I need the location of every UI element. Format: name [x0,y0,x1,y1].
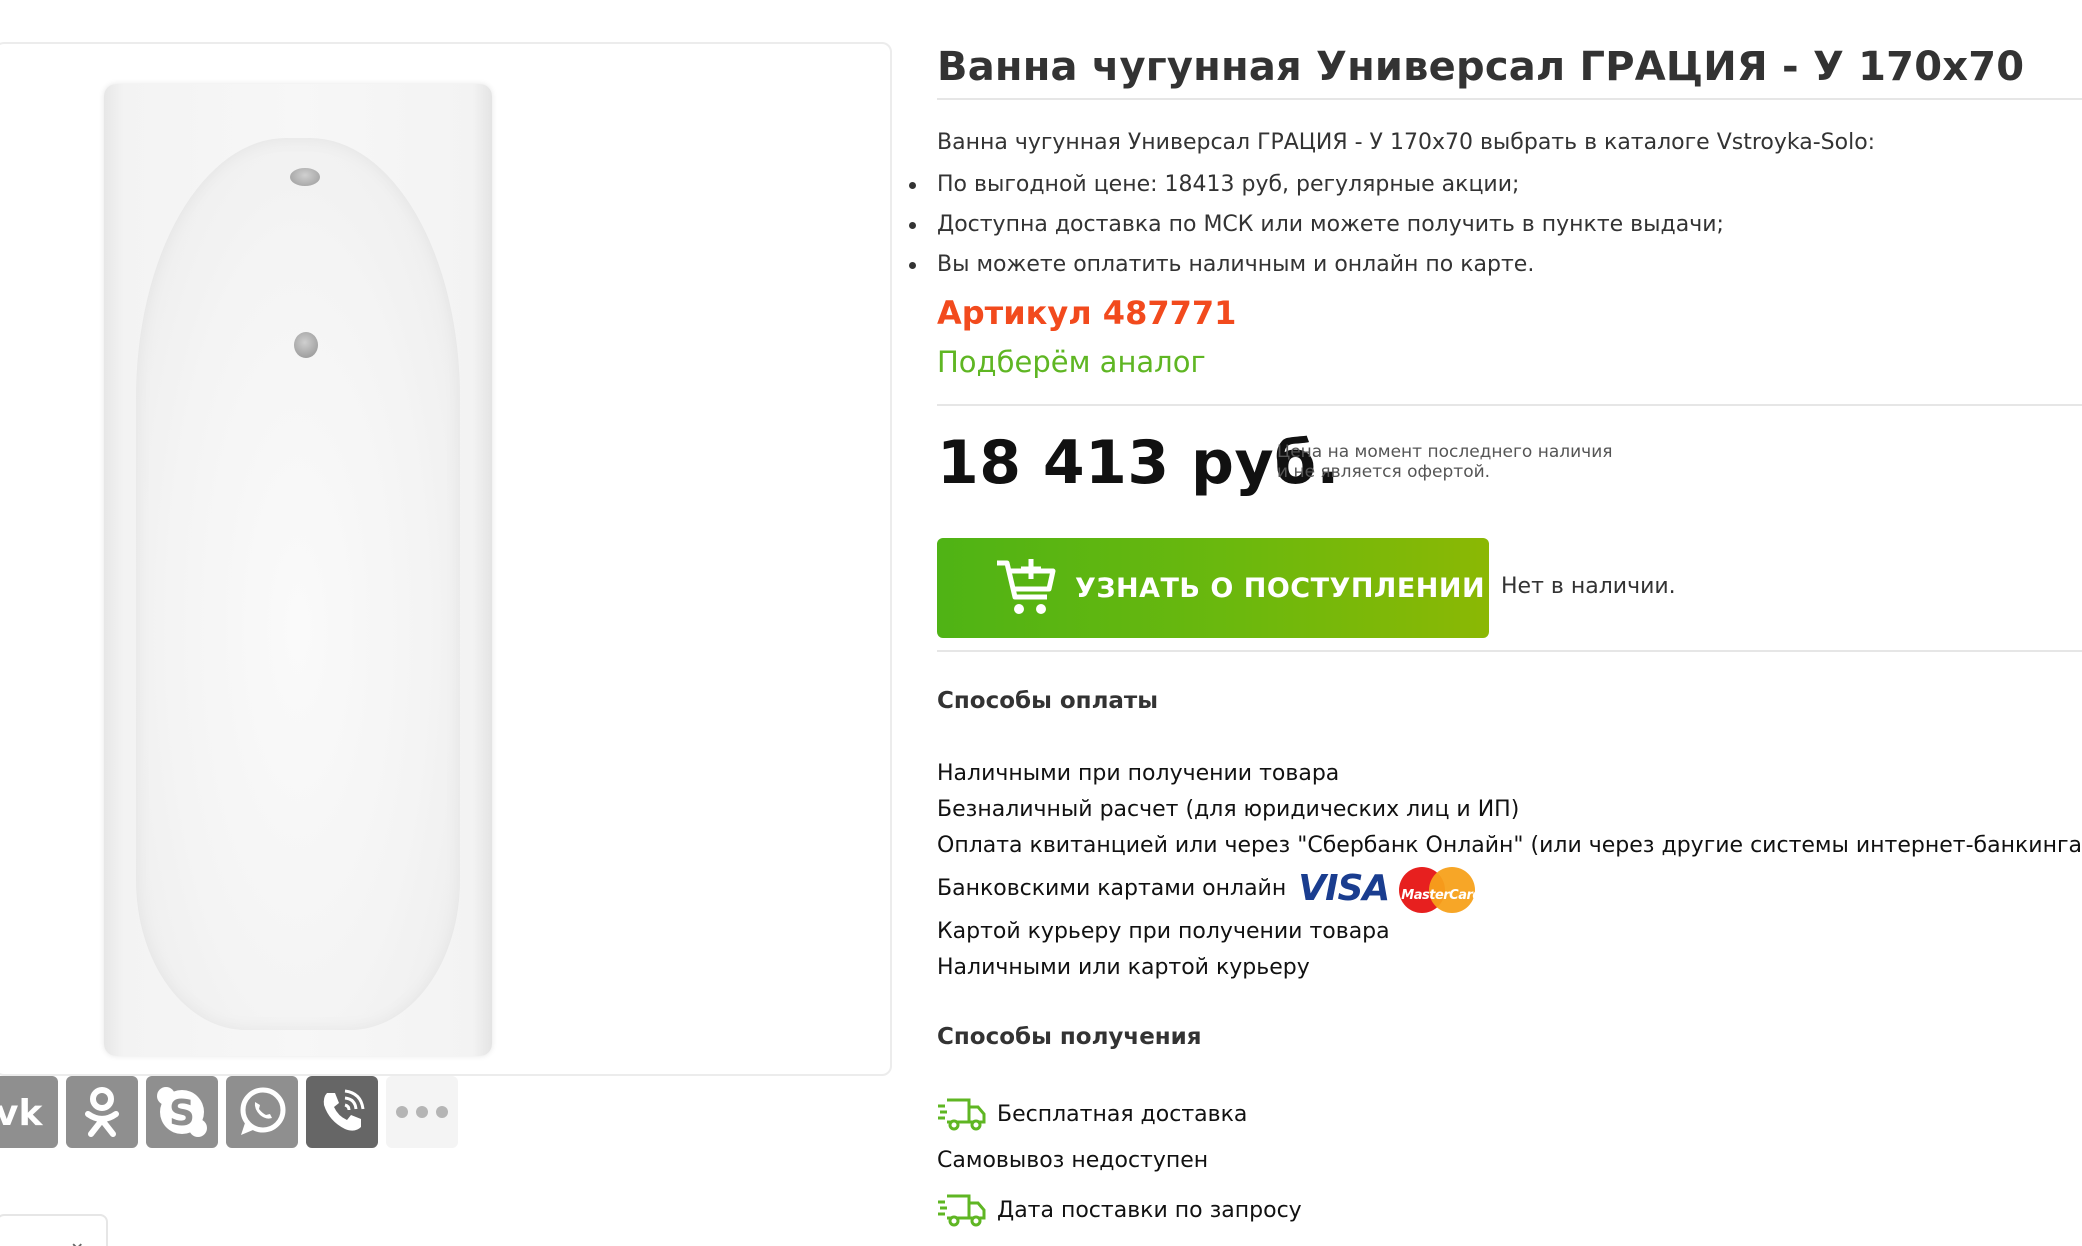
product-intro: Ванна чугунная Универсал ГРАЦИЯ - У 170x… [937,130,1876,155]
cart-plus-icon [997,559,1056,614]
vk-icon[interactable]: vk [0,1076,58,1148]
payment-method-label: Наличными или картой курьеру [937,955,1310,980]
delivery-option-supply-date: Дата поставки по запросу [937,1192,1302,1228]
bottom-collapsed-panel[interactable]: ⌄ [0,1214,108,1246]
delivery-heading: Способы получения [937,1024,1202,1050]
product-title: Ванна чугунная Универсал ГРАЦИЯ - У 170x… [937,44,2025,90]
product-image-bathtub [104,84,492,1056]
notify-availability-button[interactable]: УЗНАТЬ О ПОСТУПЛЕНИИ [937,538,1489,638]
delivery-truck-icon [938,1098,986,1131]
delivery-truck-icon [938,1194,986,1227]
payment-method-label: Наличными при получении товара [937,761,1340,786]
viber-icon[interactable] [306,1076,378,1148]
product-image-gallery[interactable] [0,42,892,1076]
viber-icon-glyph [323,1089,365,1131]
stock-status: Нет в наличии. [1501,574,1676,599]
whatsapp-icon[interactable] [226,1076,298,1148]
payment-method: Оплата квитанцией или через "Сбербанк Он… [937,828,2082,864]
bathtub-drain-hole [294,332,318,358]
more-dots [396,1106,448,1118]
delivery-option-pickup: Самовывоз недоступен [937,1148,1208,1173]
payment-method: Наличными или картой курьеру [937,950,2082,986]
odnoklassniki-icon[interactable] [66,1076,138,1148]
skype-icon[interactable]: S [146,1076,218,1148]
price-note: Цена на момент последнего наличия и не я… [1277,442,1612,482]
visa-logo: VISA [1298,868,1390,909]
benefit-item: Вы можете оплатить наличным и онлайн по … [909,250,1724,290]
odnoklassniki-icon-glyph [85,1087,119,1137]
notify-button-label: УЗНАТЬ О ПОСТУПЛЕНИИ [1075,572,1486,604]
payment-methods-list: Наличными при получении товара Безналичн… [937,756,2082,986]
payment-heading: Способы оплаты [937,688,1159,714]
find-analog-link[interactable]: Подберём аналог [937,345,1206,379]
bathtub-overflow-hole [290,168,320,186]
svg-text:vk: vk [0,1095,43,1129]
share-buttons: vk S [0,1076,458,1148]
divider [937,404,2082,406]
chevron-down-icon: ⌄ [68,1230,87,1246]
product-benefits-list: По выгодной цене: 18413 руб, регулярные … [909,170,1724,290]
payment-method-label: Картой курьеру при получении товара [937,919,1390,944]
delivery-option-label: Самовывоз недоступен [937,1148,1209,1173]
mastercard-logo-text: MasterCard [1401,888,1482,903]
vk-icon-glyph: vk [0,1095,43,1129]
delivery-option-label: Дата поставки по запросу [997,1197,1302,1223]
delivery-option-free: Бесплатная доставка [937,1096,1247,1132]
mastercard-logo: MasterCard [1399,865,1482,913]
benefit-item: Доступна доставка по МСК или можете полу… [909,210,1724,250]
skype-icon-glyph: S [157,1087,207,1137]
payment-method-label: Банковскими картами онлайн [937,876,1287,901]
article-number: Артикул 487771 [937,294,1237,332]
payment-method-label: Оплата квитанцией или через "Сбербанк Он… [937,833,2082,858]
divider [937,650,2082,652]
price-note-line: и не является офертой. [1277,462,1491,482]
divider [937,98,2082,100]
more-icon[interactable] [386,1076,458,1148]
payment-method: Наличными при получении товара [937,756,2082,792]
whatsapp-icon-glyph [240,1087,286,1135]
payment-method-label: Безналичный расчет (для юридических лиц … [937,797,1520,822]
price-note-line: Цена на момент последнего наличия [1277,442,1613,462]
svg-text:S: S [169,1093,195,1134]
bathtub-basin [136,138,460,1030]
delivery-option-label: Бесплатная доставка [997,1101,1248,1127]
payment-method: Банковскими картами онлайн VISA MasterCa… [937,864,2082,914]
payment-method: Картой курьеру при получении товара [937,914,2082,950]
payment-method: Безналичный расчет (для юридических лиц … [937,792,2082,828]
benefit-item: По выгодной цене: 18413 руб, регулярные … [909,170,1724,210]
